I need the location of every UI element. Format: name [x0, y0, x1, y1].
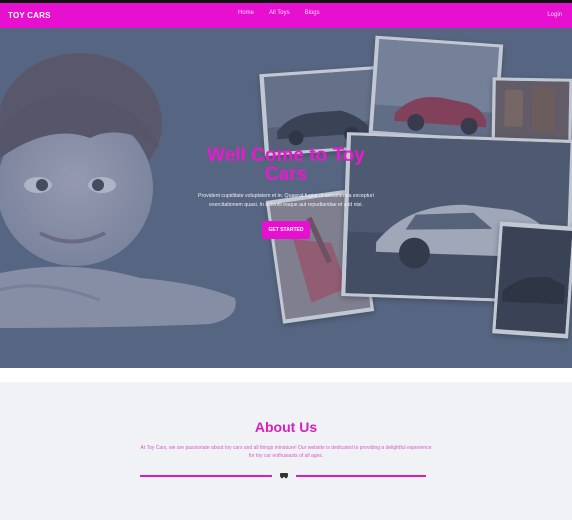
nav-links: Home All Toys Blogs	[238, 10, 320, 16]
hero-content: Well Come to Toy Cars Provident cupidita…	[186, 146, 386, 239]
divider-left	[140, 475, 272, 477]
divider-right	[296, 475, 426, 477]
nav-link-home[interactable]: Home	[238, 10, 254, 16]
car-icon	[280, 473, 288, 479]
about-section: About Us At Toy Cars, we are passionate …	[0, 382, 572, 520]
nav-link-login[interactable]: Login	[547, 12, 562, 18]
get-started-button[interactable]: GET STARTED	[261, 221, 311, 239]
hero-section: Well Come to Toy Cars Provident cupidita…	[0, 28, 572, 368]
hero-description: Provident cupiditate voluptatem et in. Q…	[198, 193, 374, 208]
navbar: TOY CARS Home All Toys Blogs Login	[0, 0, 572, 28]
about-text: At Toy Cars, we are passionate about toy…	[140, 445, 432, 459]
hero-title: Well Come to Toy Cars	[207, 145, 365, 185]
section-spacer	[0, 368, 572, 382]
brand-logo[interactable]: TOY CARS	[8, 11, 51, 20]
nav-link-blogs[interactable]: Blogs	[305, 10, 320, 16]
nav-link-all-toys[interactable]: All Toys	[269, 10, 290, 16]
about-title: About Us	[254, 419, 318, 435]
